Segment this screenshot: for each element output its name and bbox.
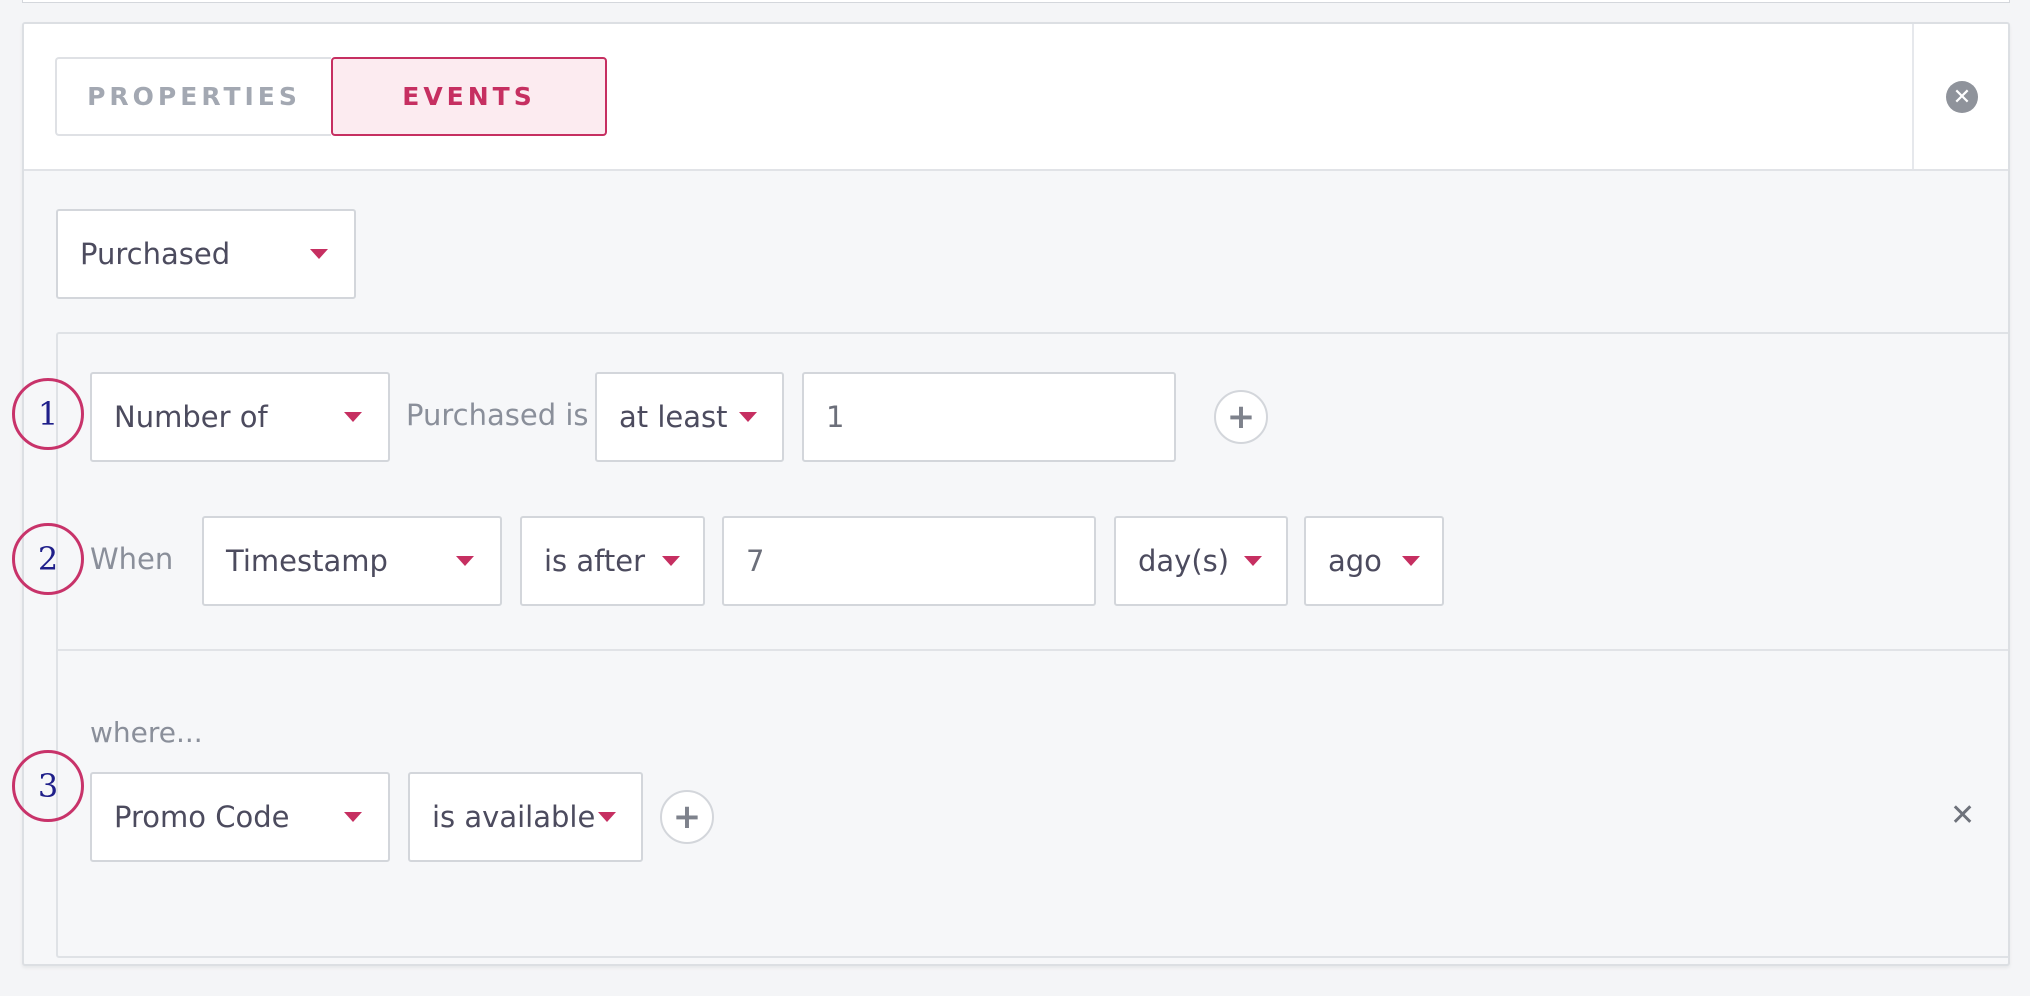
metric-dropdown-value: Number of — [114, 400, 268, 434]
caret-down-icon — [1244, 556, 1262, 566]
caret-down-icon — [310, 249, 328, 259]
when-label: When — [90, 542, 174, 576]
tab-events[interactable]: EVENTS — [331, 57, 607, 136]
remove-property-icon[interactable]: ✕ — [1950, 798, 1975, 833]
group-divider — [58, 649, 2008, 651]
metric-dropdown[interactable]: Number of — [90, 372, 390, 462]
time-direction-value: ago — [1328, 544, 1382, 578]
purchased-is-label: Purchased is — [406, 398, 589, 432]
time-value-text: 7 — [746, 544, 765, 578]
plus-icon: + — [1226, 397, 1256, 437]
caret-down-icon — [456, 556, 474, 566]
top-strip — [22, 0, 2010, 3]
time-direction-dropdown[interactable]: ago — [1304, 516, 1444, 606]
property-operator-dropdown[interactable]: is available — [408, 772, 643, 862]
event-dropdown[interactable]: Purchased — [56, 209, 356, 299]
caret-down-icon — [739, 412, 757, 422]
count-input[interactable]: 1 — [802, 372, 1176, 462]
time-field-value: Timestamp — [226, 544, 388, 578]
event-dropdown-value: Purchased — [80, 237, 231, 271]
property-dropdown-value: Promo Code — [114, 800, 290, 834]
condition-group: Number of Purchased is at least 1 + When… — [56, 332, 2008, 958]
caret-down-icon — [344, 812, 362, 822]
time-operator-dropdown[interactable]: is after — [520, 516, 705, 606]
time-operator-value: is after — [544, 544, 645, 578]
time-value-input[interactable]: 7 — [722, 516, 1096, 606]
close-icon[interactable]: ✕ — [1946, 81, 1978, 113]
caret-down-icon — [344, 412, 362, 422]
segment-filter-panel: PROPERTIES EVENTS ✕ Purchased Number of … — [22, 22, 2010, 966]
add-condition-button[interactable]: + — [1214, 390, 1268, 444]
caret-down-icon — [662, 556, 680, 566]
property-operator-value: is available — [432, 800, 596, 834]
filter-type-tabs: PROPERTIES EVENTS — [55, 57, 607, 136]
header-divider — [1912, 24, 1914, 169]
plus-icon: + — [672, 797, 702, 837]
count-input-value: 1 — [826, 400, 845, 434]
time-field-dropdown[interactable]: Timestamp — [202, 516, 502, 606]
time-unit-value: day(s) — [1138, 544, 1230, 578]
panel-header: PROPERTIES EVENTS ✕ — [24, 24, 2008, 171]
annotation-badge-1: 1 — [12, 378, 84, 450]
where-label: where... — [90, 716, 203, 749]
caret-down-icon — [1402, 556, 1420, 566]
property-dropdown[interactable]: Promo Code — [90, 772, 390, 862]
annotation-badge-2: 2 — [12, 523, 84, 595]
count-operator-value: at least — [619, 400, 728, 434]
add-property-button[interactable]: + — [660, 790, 714, 844]
tab-properties[interactable]: PROPERTIES — [55, 57, 331, 136]
annotation-badge-3: 3 — [12, 750, 84, 822]
count-operator-dropdown[interactable]: at least — [595, 372, 784, 462]
time-unit-dropdown[interactable]: day(s) — [1114, 516, 1288, 606]
caret-down-icon — [598, 812, 616, 822]
